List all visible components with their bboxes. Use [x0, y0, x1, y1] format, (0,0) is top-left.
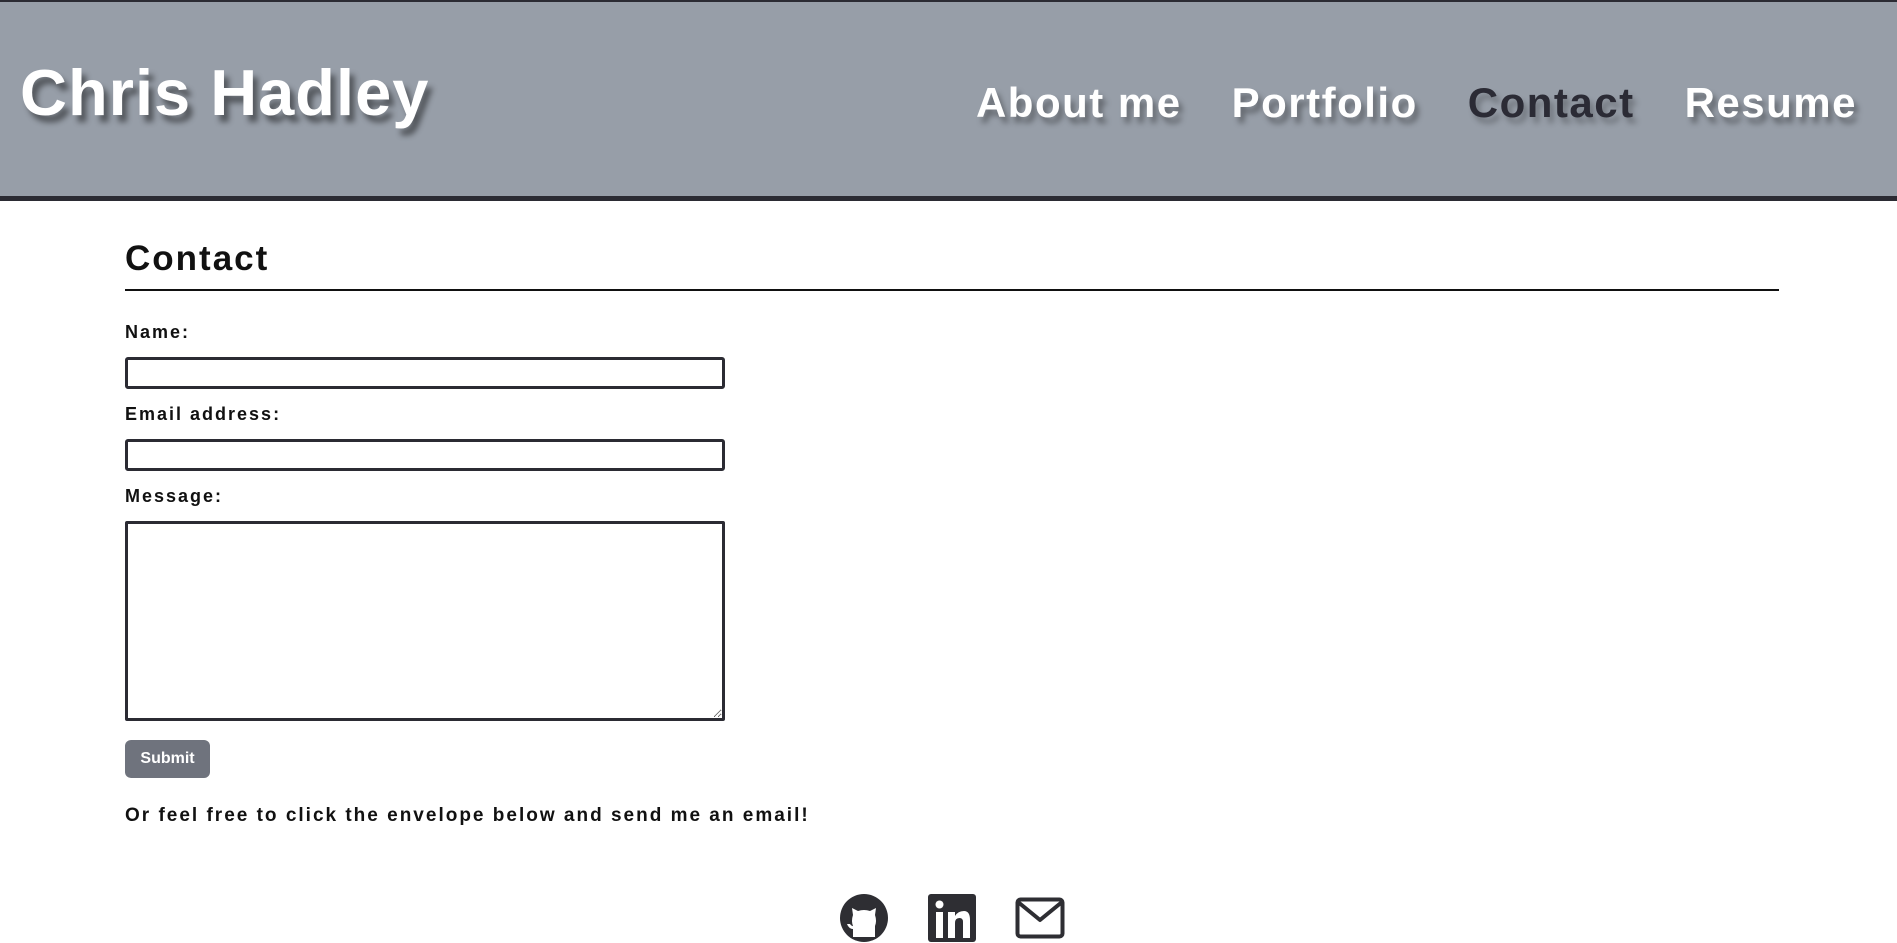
envelope-icon	[1015, 897, 1065, 939]
linkedin-icon	[928, 894, 976, 942]
message-label: Message:	[125, 486, 224, 506]
page-title: Contact	[125, 237, 1779, 291]
nav-link-contact[interactable]: Contact	[1468, 76, 1635, 130]
nav-item: About me	[976, 76, 1182, 130]
email-input[interactable]	[125, 439, 725, 471]
github-icon	[840, 894, 888, 942]
main-content: Contact Name: Email address: Message: Su…	[125, 201, 1779, 827]
github-link[interactable]	[839, 893, 889, 943]
nav-item: Resume	[1685, 76, 1857, 130]
nav-link-portfolio[interactable]: Portfolio	[1232, 76, 1418, 130]
message-textarea[interactable]	[125, 521, 725, 721]
nav-item: Portfolio	[1232, 76, 1418, 130]
name-input[interactable]	[125, 357, 725, 389]
nav-item: Contact	[1468, 76, 1635, 130]
site-title[interactable]: Chris Hadley	[20, 55, 429, 131]
submit-button[interactable]: Submit	[125, 740, 210, 778]
email-label: Email address:	[125, 404, 282, 424]
email-note: Or feel free to click the envelope below…	[125, 805, 810, 826]
nav-link-about[interactable]: About me	[976, 76, 1182, 130]
nav-link-resume[interactable]: Resume	[1685, 76, 1857, 130]
main-nav: About me Portfolio Contact Resume	[976, 76, 1857, 130]
site-header: Chris Hadley About me Portfolio Contact …	[0, 0, 1897, 201]
contact-form: Name: Email address: Message: Submit	[125, 322, 1779, 778]
linkedin-link[interactable]	[927, 893, 977, 943]
name-label: Name:	[125, 322, 191, 342]
email-link[interactable]	[1015, 893, 1065, 943]
social-links	[839, 893, 1065, 943]
